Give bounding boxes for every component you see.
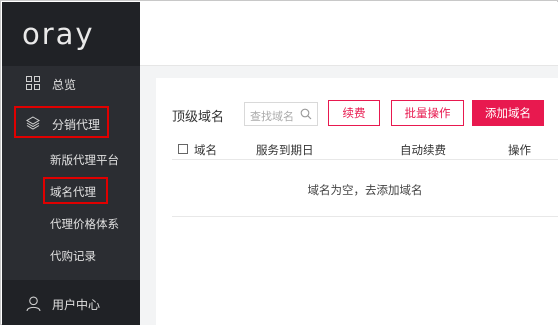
column-header-auto-renew: 自动续费 xyxy=(400,143,446,157)
divider xyxy=(172,216,558,217)
domain-panel: 顶级域名 查找域名 续费 批量操作 添加域名 域名 服务到期日 自动续费 操作 … xyxy=(156,78,558,325)
batch-operation-button[interactable]: 批量操作 xyxy=(391,100,464,126)
renew-button[interactable]: 续费 xyxy=(328,100,380,126)
search-input[interactable]: 查找域名 xyxy=(244,102,318,126)
sidebar-item-label: 用户中心 xyxy=(52,298,101,312)
sidebar-item-label: 总览 xyxy=(52,78,77,92)
column-header-actions: 操作 xyxy=(508,143,531,157)
column-header-expiry: 服务到期日 xyxy=(256,143,314,157)
logo[interactable]: oray xyxy=(22,17,95,51)
add-domain-button[interactable]: 添加域名 xyxy=(472,100,544,126)
app-window: oray 总览 分销代理 新版代理平台 域名代理 代理价格体系 代购记录 用户中… xyxy=(0,0,558,325)
highlight-box-domain-agent xyxy=(43,177,108,204)
table-header: 域名 服务到期日 自动续费 操作 xyxy=(172,136,558,160)
highlight-box-distribution xyxy=(14,106,109,138)
column-header-domain: 域名 xyxy=(194,143,217,157)
logo-area: oray xyxy=(2,2,140,66)
search-icon[interactable] xyxy=(300,108,312,120)
top-bar xyxy=(140,2,558,66)
sidebar-item-user-center[interactable]: 用户中心 xyxy=(2,288,140,320)
select-all-checkbox[interactable] xyxy=(178,144,188,154)
sidebar-subitem-new-agent-platform[interactable]: 新版代理平台 xyxy=(50,152,119,168)
sidebar: oray 总览 分销代理 新版代理平台 域名代理 代理价格体系 代购记录 用户中… xyxy=(2,2,140,325)
main-content: 顶级域名 查找域名 续费 批量操作 添加域名 域名 服务到期日 自动续费 操作 … xyxy=(140,2,558,325)
grid-icon xyxy=(26,76,40,90)
search-placeholder: 查找域名 xyxy=(250,110,294,123)
sidebar-item-overview[interactable]: 总览 xyxy=(2,68,140,100)
sidebar-subitem-agent-pricing[interactable]: 代理价格体系 xyxy=(50,216,119,232)
user-icon xyxy=(26,296,41,311)
section-title: 顶级域名 xyxy=(172,110,224,125)
sidebar-subitem-purchase-records[interactable]: 代购记录 xyxy=(50,248,96,264)
empty-state-text[interactable]: 域名为空，去添加域名 xyxy=(172,182,558,198)
